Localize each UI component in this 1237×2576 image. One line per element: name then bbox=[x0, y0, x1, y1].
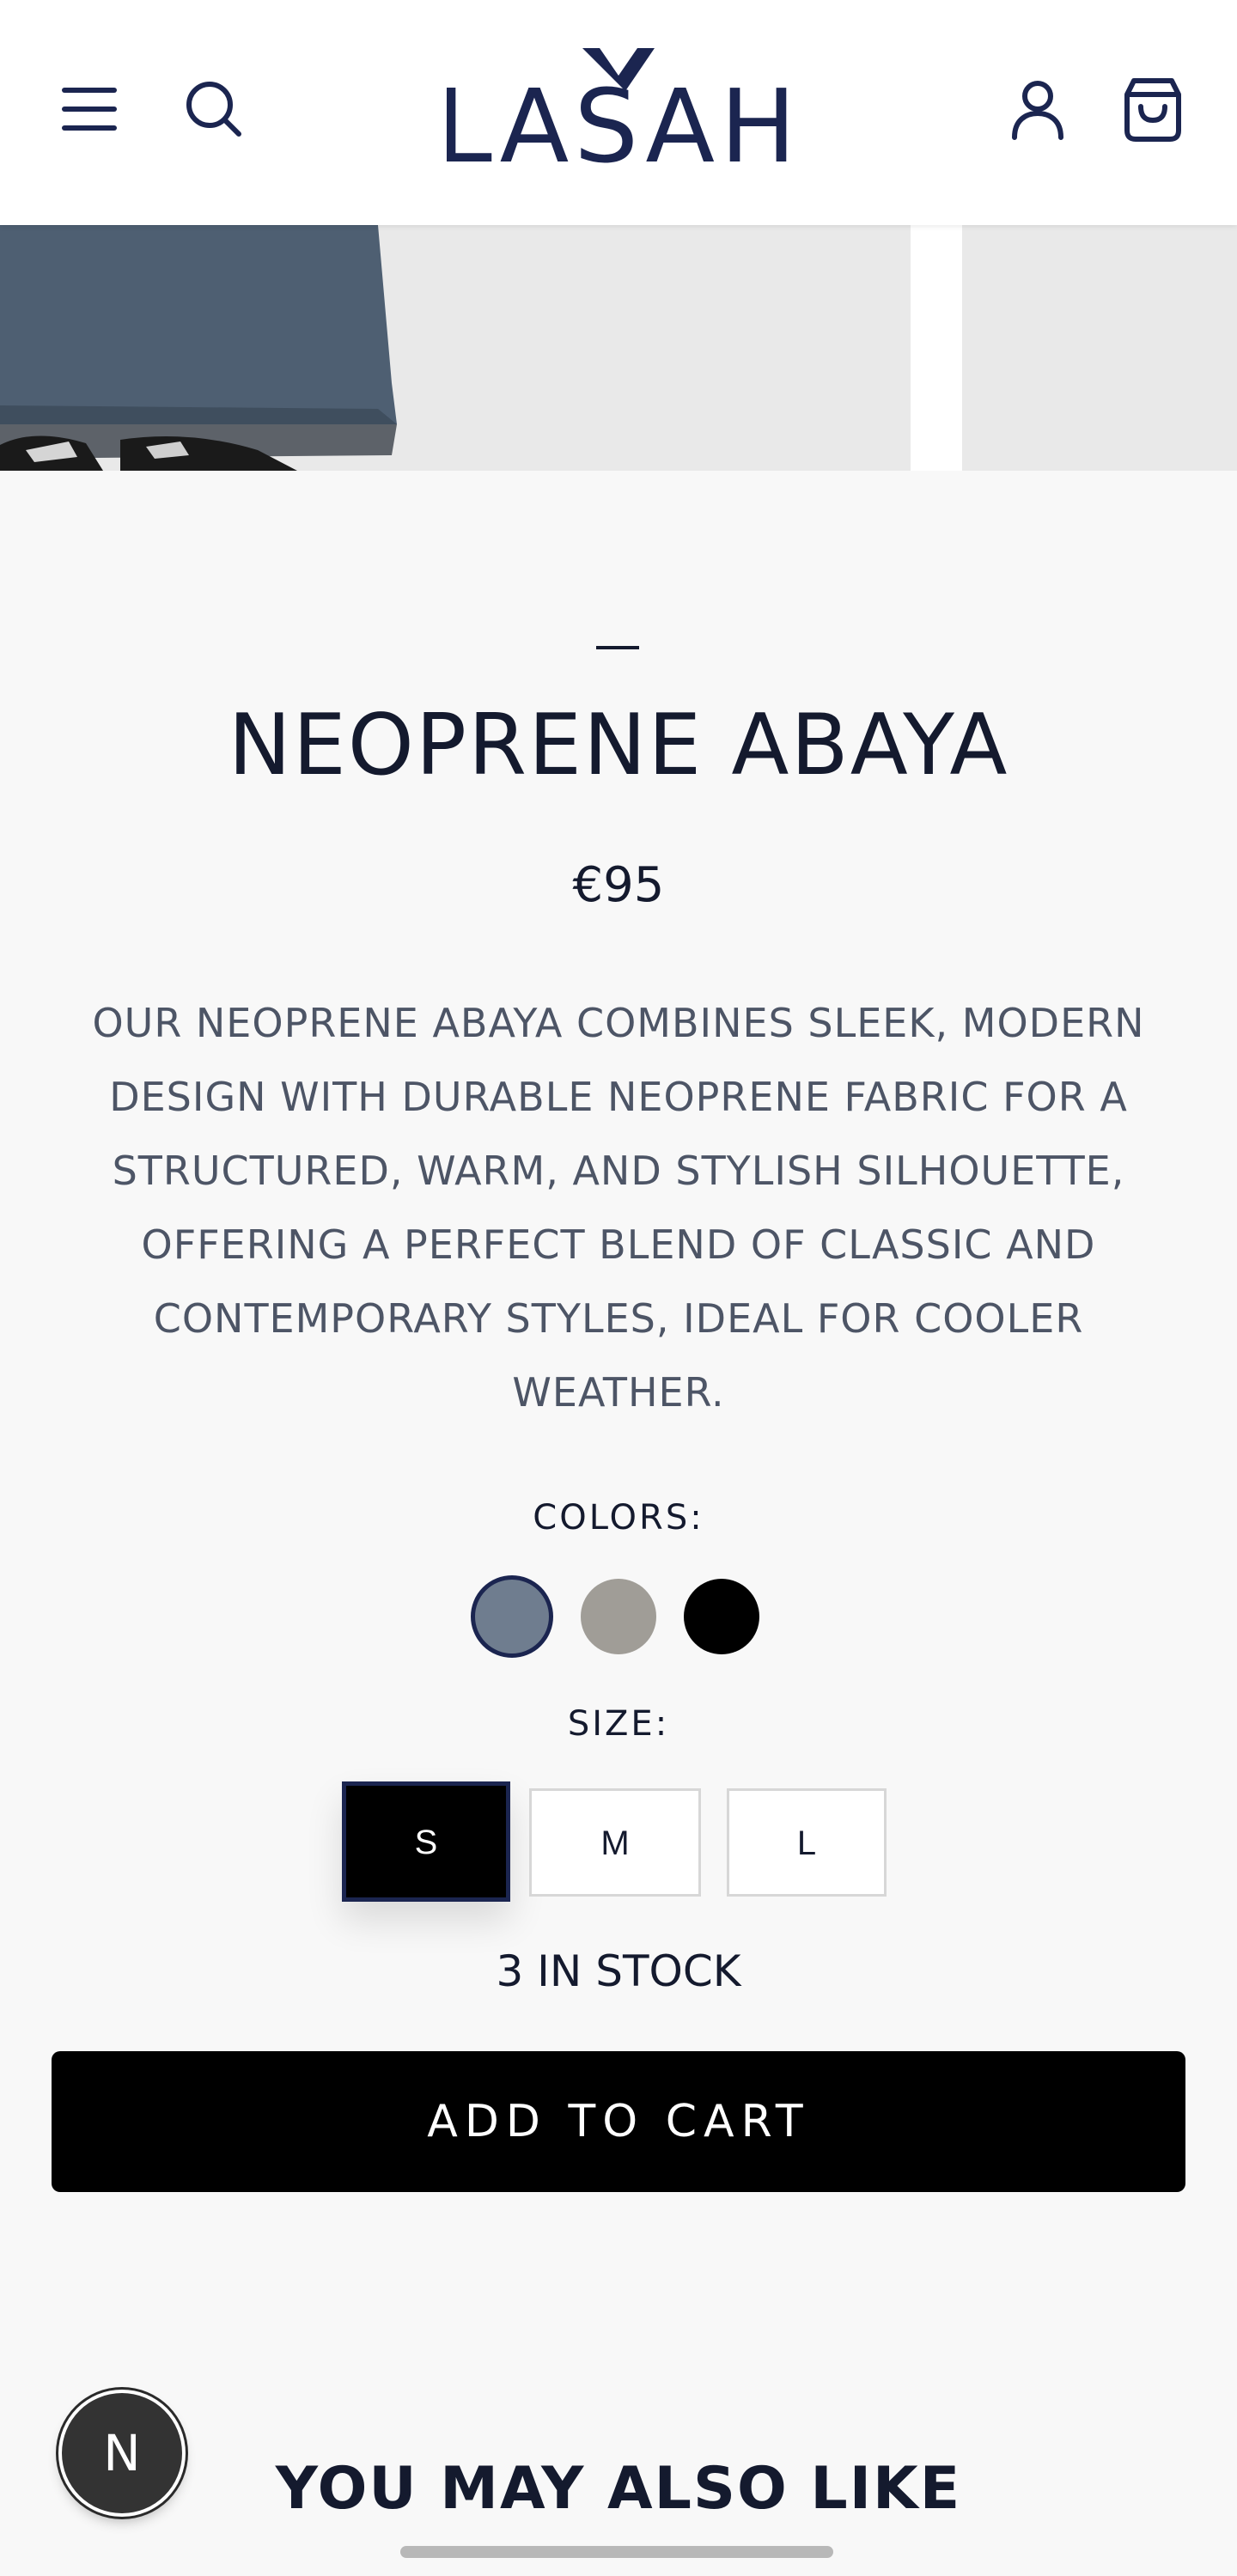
colors-label: COLORS: bbox=[533, 1498, 704, 1538]
hamburger-menu-icon[interactable] bbox=[62, 86, 120, 132]
add-to-cart-button[interactable]: ADD TO CART bbox=[52, 2051, 1185, 2192]
floating-n-button[interactable]: N bbox=[62, 2393, 182, 2513]
shopping-bag-icon[interactable] bbox=[1122, 76, 1184, 143]
product-title: NEOPRENE ABAYA bbox=[228, 697, 1009, 795]
brand-logo[interactable]: LASAH bbox=[447, 38, 790, 175]
title-divider bbox=[596, 646, 639, 649]
related-products-heading: YOU MAY ALSO LIKE bbox=[275, 2455, 962, 2523]
product-image-next[interactable] bbox=[962, 225, 1237, 471]
stock-status: 3 IN STOCK bbox=[496, 1946, 741, 1996]
color-swatch-black[interactable] bbox=[684, 1579, 759, 1654]
size-selector: S M L bbox=[0, 1781, 1237, 1910]
product-description: OUR NEOPRENE ABAYA COMBINES SLEEK, MODER… bbox=[92, 1000, 1145, 1416]
color-swatch-slate[interactable] bbox=[471, 1575, 553, 1658]
site-header: LASAH bbox=[0, 0, 1237, 225]
product-image-carousel[interactable] bbox=[0, 225, 1237, 471]
size-button-s[interactable]: S bbox=[342, 1781, 510, 1902]
size-button-l[interactable]: L bbox=[727, 1788, 887, 1897]
home-indicator bbox=[400, 2546, 833, 2558]
product-photo bbox=[0, 225, 911, 471]
size-button-m[interactable]: M bbox=[529, 1788, 701, 1897]
search-icon[interactable] bbox=[184, 79, 244, 141]
size-label: SIZE: bbox=[567, 1704, 670, 1744]
color-swatch-taupe[interactable] bbox=[581, 1579, 656, 1654]
product-image-main[interactable] bbox=[0, 225, 911, 471]
user-icon[interactable] bbox=[1010, 79, 1065, 141]
product-price: €95 bbox=[572, 857, 665, 913]
